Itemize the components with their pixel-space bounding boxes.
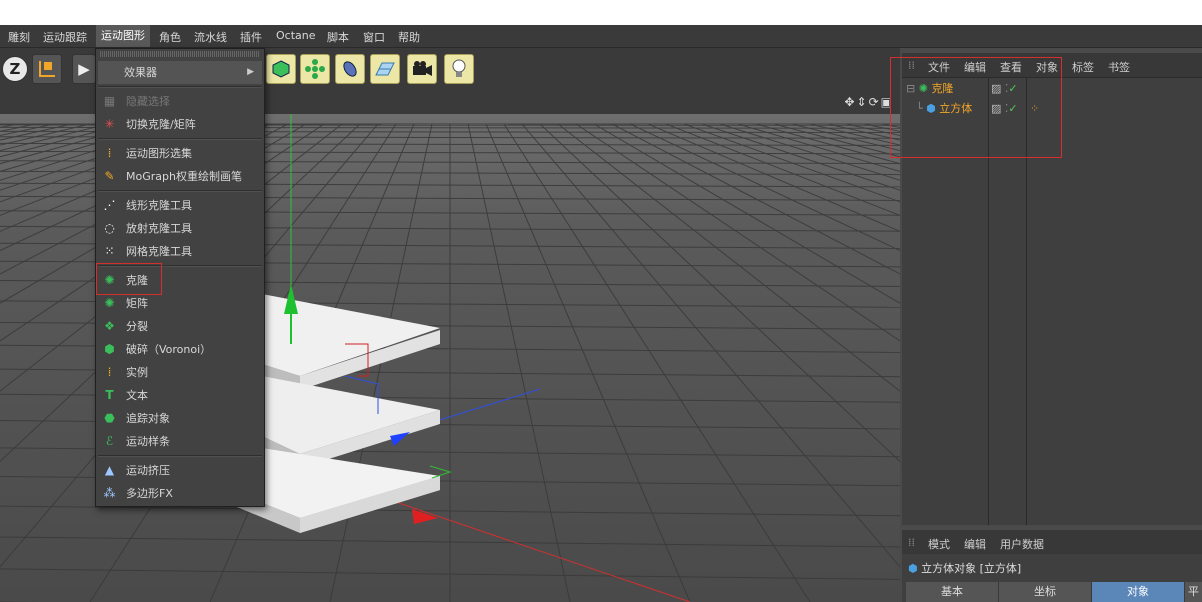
menu-motion-tracking[interactable]: 运动跟踪 <box>43 29 87 45</box>
menu-separator <box>98 455 262 457</box>
menu-sculpt[interactable]: 雕刻 <box>8 29 30 45</box>
mospline-icon: ℰ <box>105 434 114 448</box>
camera-icon[interactable] <box>407 54 437 84</box>
om-menu-bookmark[interactable]: 书签 <box>1108 59 1130 75</box>
menu-item-label: 运动挤压 <box>126 464 170 477</box>
menu-item-polyfx[interactable]: ⁂ 多边形FX <box>96 482 264 505</box>
text-icon: T <box>105 388 114 402</box>
menu-item-voronoi-fracture[interactable]: ⬢ 破碎（Voronoi） <box>96 338 264 361</box>
menu-script[interactable]: 脚本 <box>327 29 349 45</box>
menu-item-moextrude[interactable]: ▲ 运动挤压 <box>96 459 264 482</box>
main-menubar: 雕刻 运动跟踪 运动图形 角色 流水线 插件 Octane 脚本 窗口 帮助 <box>0 25 1202 48</box>
om-menu-tag[interactable]: 标签 <box>1072 59 1094 75</box>
radial-clone-icon: ◌ <box>104 221 115 235</box>
menu-item-label: 放射克隆工具 <box>126 222 192 235</box>
menu-item-label: 网格克隆工具 <box>126 245 192 258</box>
menu-item-label: 线形克隆工具 <box>126 199 192 212</box>
menu-item-label: 矩阵 <box>126 297 148 310</box>
menu-separator <box>98 138 262 140</box>
tab-coordinates[interactable]: 坐标 <box>999 582 1092 602</box>
tracer-icon: ⬣ <box>104 411 115 425</box>
grid-clone-icon: ⁙ <box>104 244 115 258</box>
menu-item-mograph-selection[interactable]: ⁞ 运动图形选集 <box>96 142 264 165</box>
menu-item-radial-clone-tool[interactable]: ◌ 放射克隆工具 <box>96 217 264 240</box>
voronoi-icon: ⬢ <box>104 342 115 356</box>
menu-item-label: 分裂 <box>126 320 148 333</box>
menu-item-toggle-clone-matrix[interactable]: ✳ 切换克隆/矩阵 <box>96 113 264 136</box>
menu-item-label: 运动图形选集 <box>126 147 192 160</box>
object-tree-highlight-box <box>890 57 1062 158</box>
menu-item-label: 文本 <box>126 389 148 402</box>
menu-octane[interactable]: Octane <box>276 29 316 42</box>
toggle-clone-icon: ✳ <box>104 117 115 131</box>
am-menu-edit[interactable]: 编辑 <box>964 536 986 552</box>
cloner-highlight-box <box>96 263 162 295</box>
matrix-icon: ✺ <box>104 296 115 310</box>
menu-window[interactable]: 窗口 <box>363 29 385 45</box>
cube-icon[interactable] <box>266 54 296 84</box>
menu-item-mospline[interactable]: ℰ 运动样条 <box>96 430 264 453</box>
menu-plugins[interactable]: 插件 <box>240 29 262 45</box>
menu-separator <box>98 86 262 88</box>
render-view-icon[interactable]: ▶ <box>72 54 96 84</box>
submenu-arrow-icon: ▶ <box>247 67 254 77</box>
attribute-manager-menubar: ⁞⁞ 模式 编辑 用户数据 <box>902 530 1202 554</box>
menu-item-grid-clone-tool[interactable]: ⁙ 网格克隆工具 <box>96 240 264 263</box>
hide-selection-icon: ▦ <box>103 94 116 108</box>
attribute-manager-panel: ⁞⁞ 模式 编辑 用户数据 ⬢ 立方体对象 [立方体] 基本 坐标 对象 平 <box>902 530 1202 602</box>
menu-item-instance[interactable]: ⁞ 实例 <box>96 361 264 384</box>
fracture-icon: ❖ <box>104 319 115 333</box>
linear-clone-icon: ⋰ <box>103 198 116 212</box>
menu-mograph[interactable]: 运动图形 <box>96 25 150 47</box>
menu-item-text[interactable]: T 文本 <box>96 384 264 407</box>
menu-separator <box>98 190 262 192</box>
am-menu-mode[interactable]: 模式 <box>928 536 950 552</box>
attribute-object-title-text: 立方体对象 [立方体] <box>921 562 1022 575</box>
deformer-icon[interactable] <box>335 54 365 84</box>
z-axis-lock-icon[interactable]: Z <box>2 56 28 82</box>
menu-item-label: MoGraph权重绘制画笔 <box>126 170 242 183</box>
menu-item-label: 切换克隆/矩阵 <box>126 118 196 131</box>
tab-basic[interactable]: 基本 <box>906 582 999 602</box>
menu-item-effector[interactable]: 效果器 ▶ <box>98 61 262 84</box>
polyfx-icon: ⁂ <box>103 486 116 500</box>
floor-icon[interactable] <box>370 54 400 84</box>
tab-phong[interactable]: 平 <box>1185 582 1202 602</box>
mograph-selection-icon: ⁞ <box>107 146 112 160</box>
menu-item-weight-brush[interactable]: ✎ MoGraph权重绘制画笔 <box>96 165 264 188</box>
menu-item-effector-label: 效果器 <box>124 66 157 79</box>
weight-brush-icon: ✎ <box>104 169 115 183</box>
instance-icon: ⁞ <box>107 365 112 379</box>
menu-item-tracer[interactable]: ⬣ 追踪对象 <box>96 407 264 430</box>
viewport-nav-icons[interactable]: ✥⇕⟳▣ <box>844 95 894 109</box>
am-menu-user-data[interactable]: 用户数据 <box>1000 536 1044 552</box>
attribute-tabs: 基本 坐标 对象 平 <box>906 582 1202 602</box>
cube-icon: ⬢ <box>908 562 918 575</box>
attribute-object-title: ⬢ 立方体对象 [立方体] <box>908 560 1021 576</box>
title-bar <box>0 0 1202 25</box>
light-icon[interactable] <box>444 54 474 84</box>
tab-object[interactable]: 对象 <box>1092 582 1185 602</box>
menu-item-hide-selection: ▦ 隐藏选择 <box>96 90 264 113</box>
menu-item-label: 运动样条 <box>126 435 170 448</box>
menu-help[interactable]: 帮助 <box>398 29 420 45</box>
menu-item-linear-clone-tool[interactable]: ⋰ 线形克隆工具 <box>96 194 264 217</box>
menu-item-label: 破碎（Voronoi） <box>126 343 212 356</box>
menu-item-label: 实例 <box>126 366 148 379</box>
menu-item-matrix[interactable]: ✺ 矩阵 <box>96 292 264 315</box>
menu-item-label: 多边形FX <box>126 487 173 500</box>
menu-item-label: 隐藏选择 <box>126 95 170 108</box>
cloner-icon[interactable] <box>300 54 330 84</box>
panel-grip-icon[interactable]: ⁞⁞ <box>908 536 915 549</box>
moextrude-icon: ▲ <box>104 463 115 477</box>
world-coordinate-icon[interactable] <box>32 54 62 84</box>
menu-pipeline[interactable]: 流水线 <box>194 29 227 45</box>
menu-item-fracture[interactable]: ❖ 分裂 <box>96 315 264 338</box>
menu-tearoff-grip[interactable] <box>100 51 260 57</box>
menu-item-label: 追踪对象 <box>126 412 170 425</box>
menu-character[interactable]: 角色 <box>159 29 181 45</box>
